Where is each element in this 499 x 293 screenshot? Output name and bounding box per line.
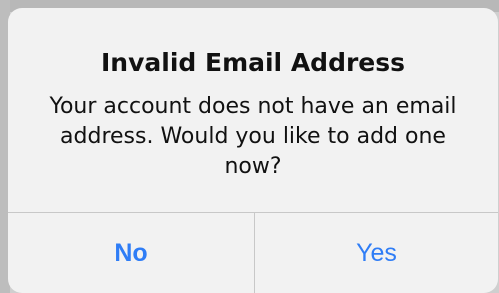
alert-title: Invalid Email Address xyxy=(100,48,406,77)
alert-content: Invalid Email Address Your account does … xyxy=(8,8,498,212)
no-button[interactable]: No xyxy=(8,213,254,293)
alert-dialog: Invalid Email Address Your account does … xyxy=(8,8,498,293)
yes-button[interactable]: Yes xyxy=(255,213,498,293)
alert-message: Your account does not have an email addr… xyxy=(49,94,457,179)
screen: Invalid Email Address Your account does … xyxy=(0,0,499,293)
